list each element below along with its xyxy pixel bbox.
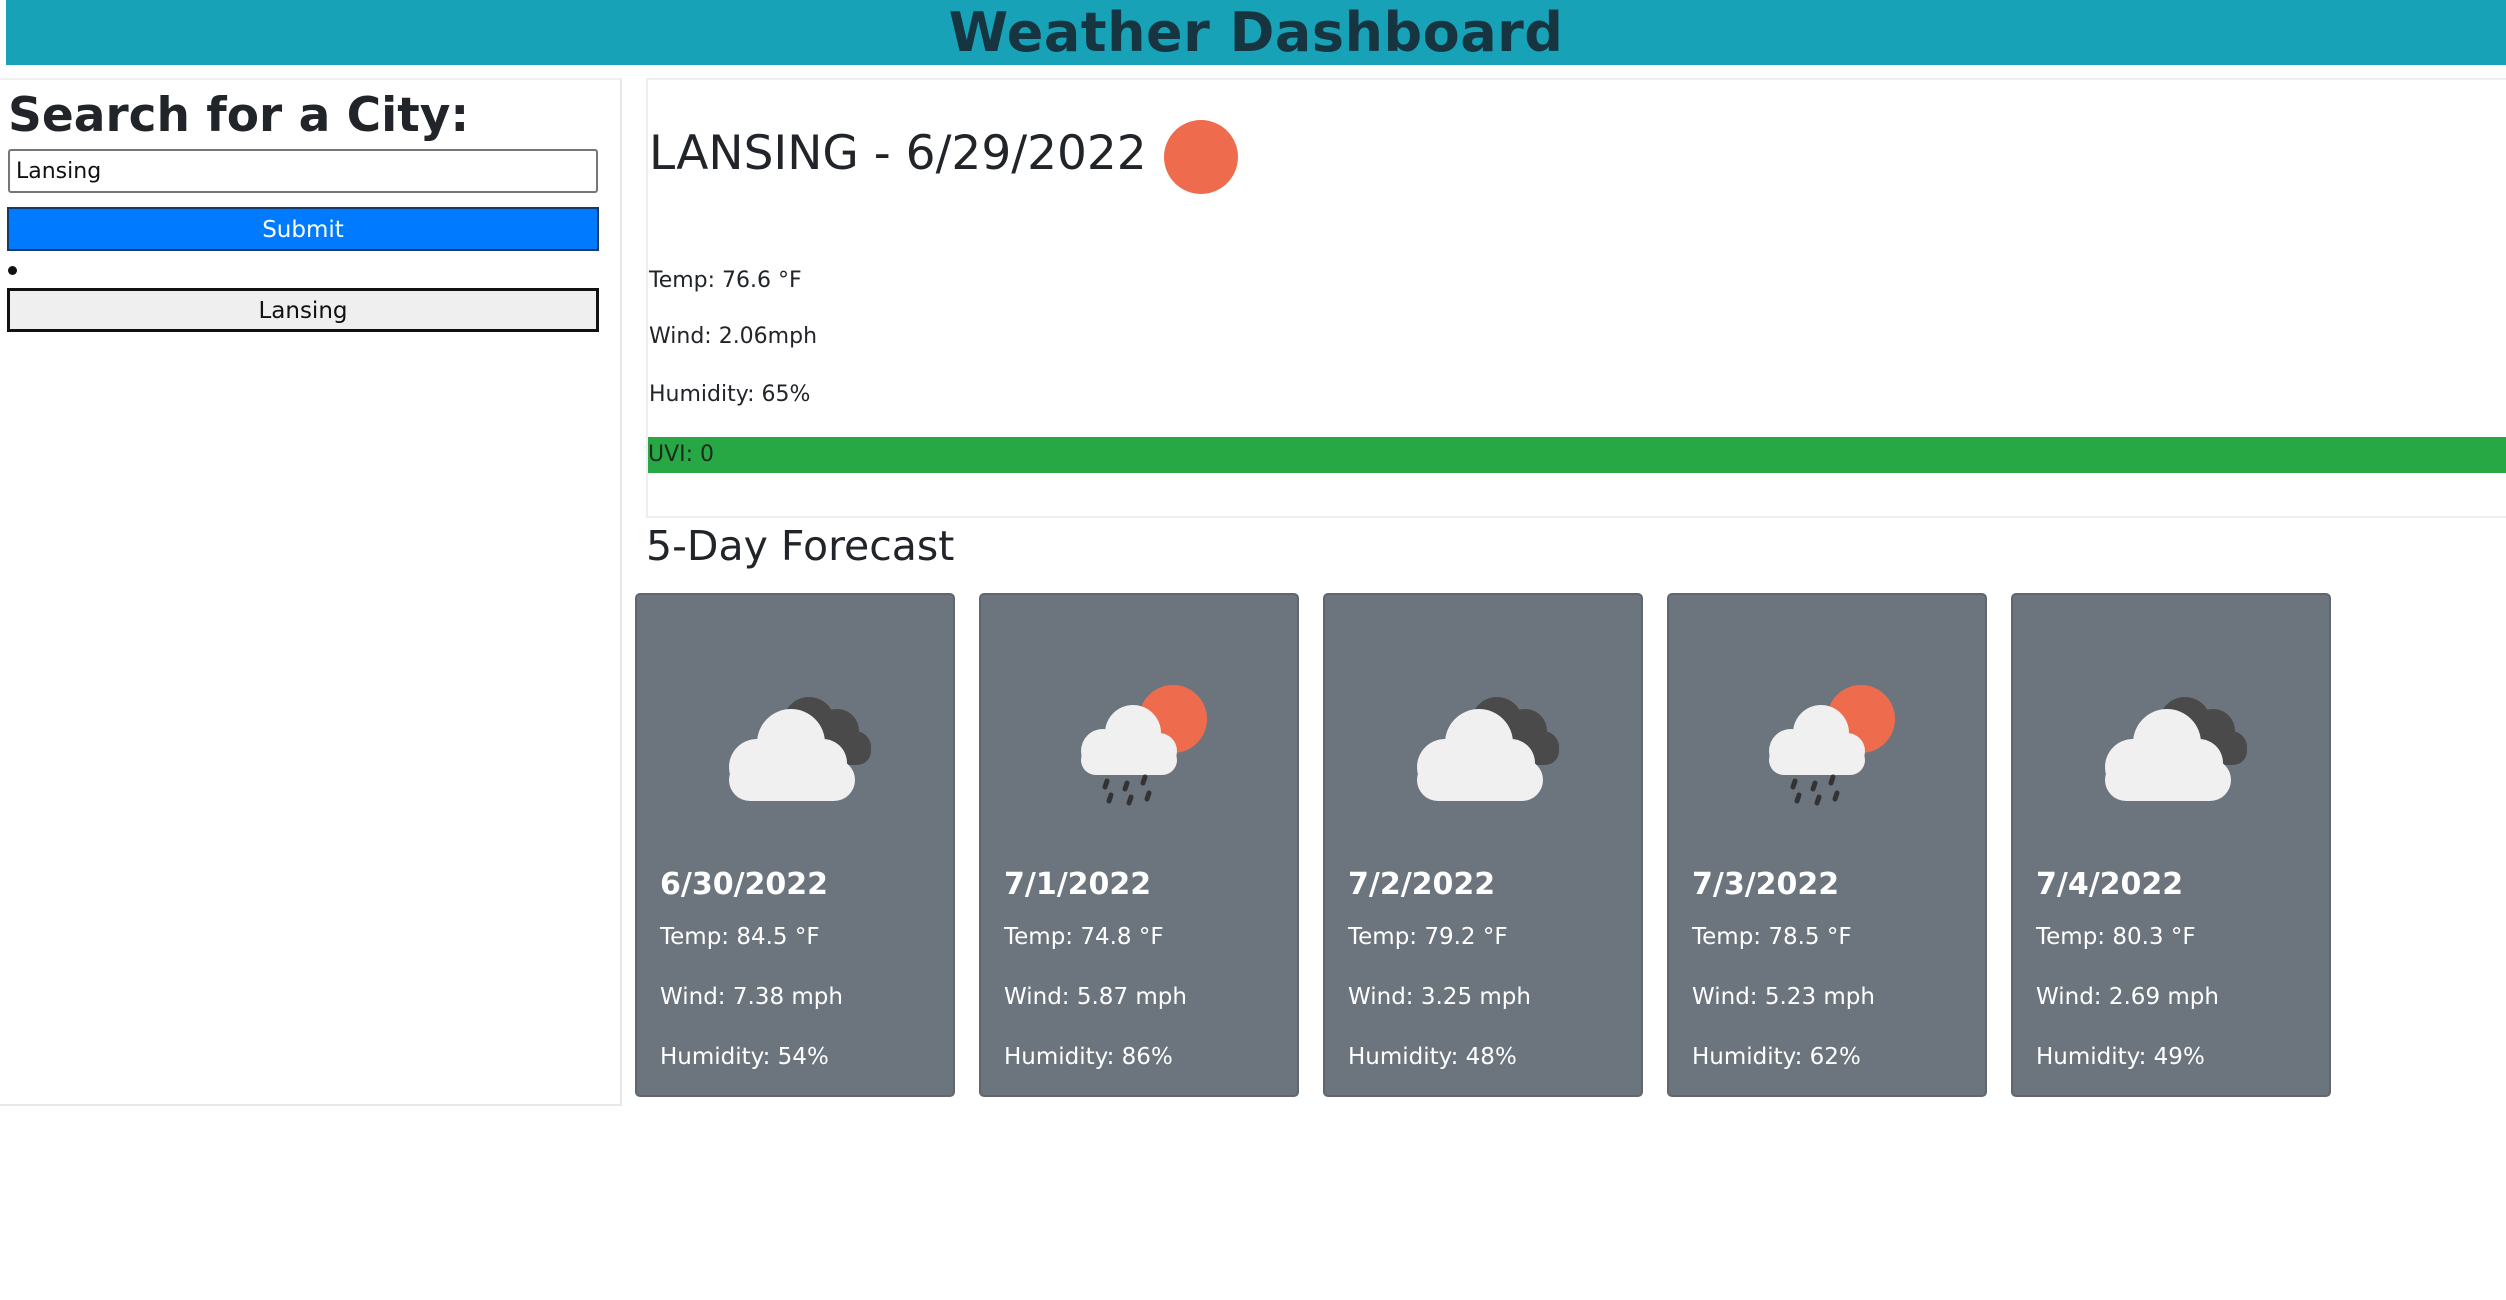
forecast-humidity: Humidity: 86% [1004,1044,1173,1070]
history-list-bullet [8,266,17,275]
current-wind: Wind: 2.06mph [649,324,818,349]
forecast-date: 7/1/2022 [1004,867,1152,902]
history-city-button[interactable]: Lansing [7,288,599,332]
forecast-date: 7/4/2022 [2036,867,2184,902]
forecast-wind: Wind: 5.23 mph [1692,984,1875,1010]
forecast-temp: Temp: 78.5 °F [1692,924,1852,950]
forecast-temp: Temp: 84.5 °F [660,924,820,950]
current-humidity: Humidity: 65% [649,382,811,407]
submit-button[interactable]: Submit [7,207,599,251]
current-weather-panel: LANSING - 6/29/2022 Temp: 76.6 °F Wind: … [646,78,2506,518]
forecast-humidity: Humidity: 49% [2036,1044,2205,1070]
forecast-date: 7/2/2022 [1348,867,1496,902]
forecast-wind: Wind: 3.25 mph [1348,984,1531,1010]
forecast-temp: Temp: 80.3 °F [2036,924,2196,950]
forecast-humidity: Humidity: 62% [1692,1044,1861,1070]
page-title: Weather Dashboard [948,1,1564,64]
rain-sun-icon [1081,685,1207,806]
forecast-temp: Temp: 79.2 °F [1348,924,1508,950]
forecast-date: 6/30/2022 [660,867,829,902]
forecast-humidity: Humidity: 48% [1348,1044,1517,1070]
uvi-badge: UVI: 0 [648,437,2506,473]
broken-clouds-icon [1417,697,1559,801]
page-header: Weather Dashboard [6,0,2506,65]
forecast-card: 7/3/2022 Temp: 78.5 °F Wind: 5.23 mph Hu… [1667,593,1987,1097]
forecast-wind: Wind: 7.38 mph [660,984,843,1010]
broken-clouds-icon [729,697,871,801]
rain-sun-icon [1769,685,1895,806]
forecast-wind: Wind: 5.87 mph [1004,984,1187,1010]
forecast-date: 7/3/2022 [1692,867,1840,902]
forecast-wind: Wind: 2.69 mph [2036,984,2219,1010]
current-city-date: LANSING - 6/29/2022 [649,126,1147,181]
forecast-humidity: Humidity: 54% [660,1044,829,1070]
search-heading: Search for a City: [8,88,470,143]
forecast-card: 7/2/2022 Temp: 79.2 °F Wind: 3.25 mph Hu… [1323,593,1643,1097]
broken-clouds-icon [2105,697,2247,801]
forecast-temp: Temp: 74.8 °F [1004,924,1164,950]
search-sidebar: Search for a City: Submit Lansing [0,78,622,1106]
forecast-card: 7/4/2022 Temp: 80.3 °F Wind: 2.69 mph Hu… [2011,593,2331,1097]
current-temp: Temp: 76.6 °F [649,268,802,293]
clear-sky-sun-icon [1164,120,1238,194]
forecast-card: 6/30/2022 Temp: 84.5 °F Wind: 7.38 mph H… [635,593,955,1097]
forecast-title: 5-Day Forecast [646,522,955,570]
forecast-card: 7/1/2022 Temp: 74.8 °F Wind: 5.87 mph Hu… [979,593,1299,1097]
city-search-input[interactable] [8,149,598,193]
